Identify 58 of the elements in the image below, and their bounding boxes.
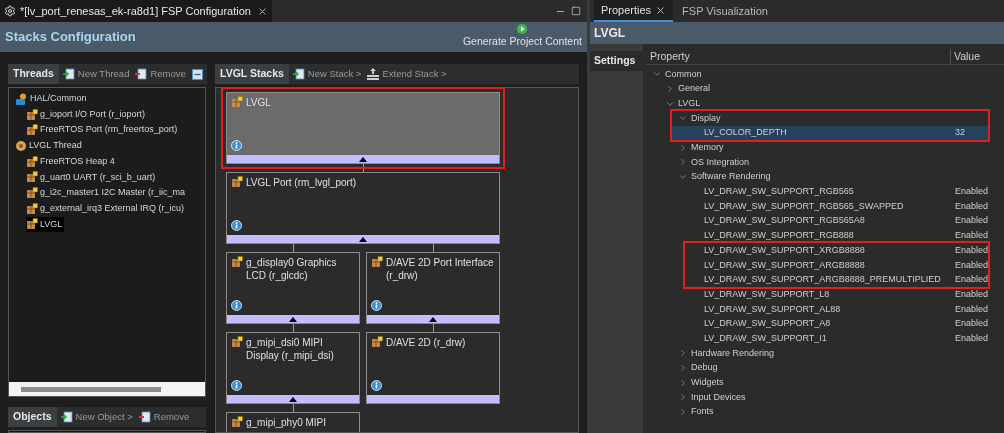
card-title: D/AVE 2D (r_drw) (386, 336, 466, 349)
view-title: LVGL (593, 25, 626, 42)
property-row[interactable]: Display (671, 111, 988, 126)
property-row[interactable]: LV_DRAW_SW_SUPPORT_RGB888 Enabled (645, 228, 1004, 244)
toolbar-button[interactable]: Remove (135, 66, 186, 82)
property-row[interactable]: LV_DRAW_SW_SUPPORT_RGB565A8 Enabled (645, 213, 1004, 229)
card-title: g_mipi_phy0 MIPI (246, 416, 327, 429)
property-row[interactable]: Input Devices (645, 390, 1004, 405)
stack-card[interactable]: LVGL (226, 92, 500, 164)
generate-button[interactable]: Generate Project Content (462, 24, 582, 50)
property-row[interactable]: LV_DRAW_SW_SUPPORT_RGB565 Enabled (645, 184, 1004, 200)
property-row[interactable]: LV_DRAW_SW_SUPPORT_I1 Enabled (645, 331, 1004, 347)
toolbar-button[interactable]: New Stack > (292, 66, 362, 82)
page-title: Stacks Configuration (5, 28, 136, 47)
column-header[interactable]: Value (950, 49, 981, 65)
property-row[interactable]: OS Integration (645, 155, 1004, 170)
tree-item[interactable]: LVGL Thread (15, 138, 84, 154)
tree-item[interactable]: g_i2c_master1 I2C Master (r_iic_ma (26, 185, 188, 201)
property-row[interactable]: LV_DRAW_SW_SUPPORT_A8 Enabled (645, 316, 1004, 332)
card-title: D/AVE 2D Port Interface (r_drw) (386, 256, 495, 282)
property-row[interactable]: Widgets (645, 375, 1004, 391)
property-row[interactable]: Memory (645, 140, 1004, 156)
property-row[interactable]: Hardware Rendering (645, 346, 1004, 361)
property-row[interactable]: LV_DRAW_SW_SUPPORT_ARGB8888_PREMULTIPLIED Enabled (684, 272, 988, 288)
editor-tab[interactable]: *[lv_port_renesas_ek-ra8d1] FSP Configuration (0, 0, 272, 22)
property-row[interactable]: Debug (645, 360, 1004, 376)
stack-card[interactable]: D/AVE 2D Port Interface (r_drw) (366, 252, 500, 324)
property-row[interactable]: LV_DRAW_SW_SUPPORT_AL88 Enabled (645, 302, 1004, 317)
toolbar-button[interactable]: Extend Stack > (367, 66, 447, 82)
stack-card[interactable]: LVGL Port (rm_lvgl_port) (226, 172, 500, 244)
property-row[interactable]: Common (645, 67, 1004, 82)
property-row[interactable]: General (645, 81, 1004, 97)
property-row[interactable]: LVGL (645, 96, 1004, 112)
property-row[interactable]: LV_DRAW_SW_SUPPORT_RGB565_SWAPPED Enabled (645, 199, 1004, 214)
property-row[interactable]: Fonts (645, 404, 1004, 420)
toolbar-button[interactable]: New Thread (62, 66, 130, 82)
card-title: LVGL Port (rm_lvgl_port) (246, 176, 357, 189)
property-row[interactable]: LV_COLOR_DEPTH 32 (671, 125, 988, 141)
property-row[interactable]: LV_DRAW_SW_SUPPORT_L8 Enabled (645, 287, 1004, 302)
property-row[interactable]: LV_DRAW_SW_SUPPORT_XRGB8888 Enabled (684, 243, 988, 258)
toolbar-button[interactable]: Remove (138, 409, 190, 425)
sidebar-tab[interactable]: Settings (589, 51, 643, 71)
tree-item[interactable]: g_ioport I/O Port (r_ioport) (26, 106, 148, 123)
card-title: g_display0 Graphics LCD (r_glcdc) (246, 256, 338, 282)
stack-card[interactable]: g_mipi_phy0 MIPI (226, 412, 360, 432)
tree-item[interactable]: FreeRTOS Heap 4 (26, 153, 117, 170)
tree-item[interactable]: HAL/Common (15, 91, 89, 107)
toolbar-button[interactable]: New Object > (60, 409, 133, 425)
stack-card[interactable]: D/AVE 2D (r_drw) (366, 332, 500, 404)
stack-card[interactable]: g_display0 Graphics LCD (r_glcdc) (226, 252, 360, 324)
card-title: LVGL (246, 96, 271, 109)
view-tab[interactable]: FSP Visualization (675, 0, 775, 22)
stack-card[interactable]: g_mipi_dsi0 MIPI Display (r_mipi_dsi) (226, 332, 360, 404)
column-header[interactable]: Property (645, 49, 951, 65)
card-title: g_mipi_dsi0 MIPI Display (r_mipi_dsi) (246, 336, 335, 362)
property-row[interactable]: LV_DRAW_SW_SUPPORT_ARGB8888 Enabled (684, 257, 988, 273)
property-row[interactable]: Software Rendering (645, 169, 1004, 185)
view-tab[interactable]: Properties (593, 0, 674, 22)
